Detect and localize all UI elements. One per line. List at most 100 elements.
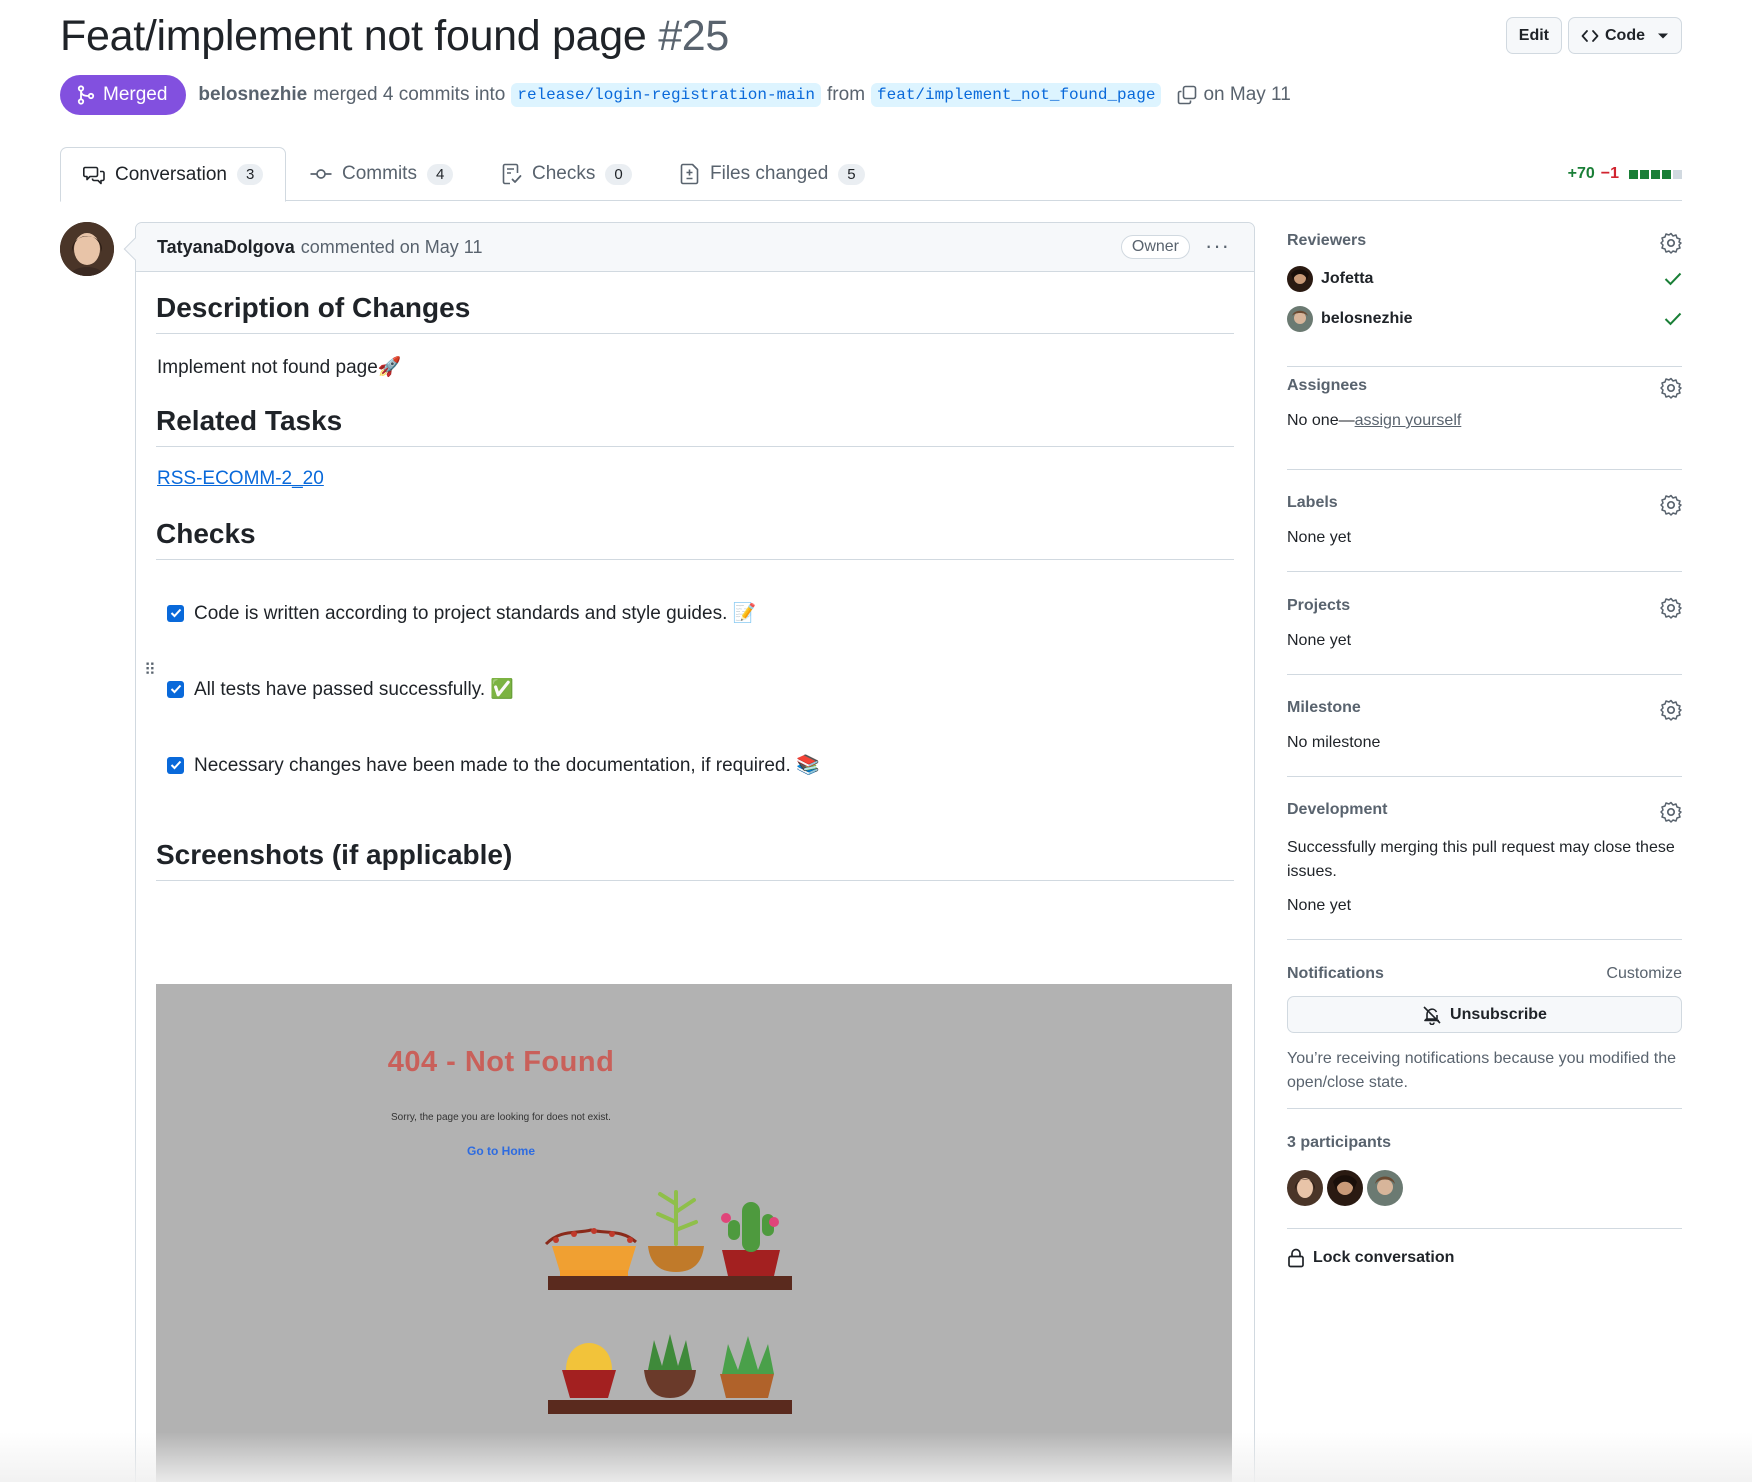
tab-commits-count: 4 — [426, 163, 454, 185]
tab-files-changed[interactable]: Files changed 5 — [680, 147, 865, 201]
avatar — [1287, 306, 1313, 332]
tab-conversation[interactable]: Conversation 3 — [60, 147, 287, 202]
participants-avatars — [1287, 1170, 1403, 1206]
assignees-title[interactable]: Assignees — [1287, 377, 1682, 395]
merge-text: merged 4 commits into — [313, 84, 506, 105]
comment-discussion-icon — [83, 166, 105, 184]
checklist-item-text: Code is written according to project sta… — [194, 603, 757, 624]
avatar — [1287, 266, 1313, 292]
description-text: Implement not found page🚀 — [157, 357, 402, 378]
diffstat-additions: +70 — [1567, 165, 1595, 182]
checklist-icon — [502, 163, 522, 185]
comment-author-avatar[interactable] — [60, 222, 114, 276]
lock-icon — [1288, 1248, 1304, 1268]
assignees-none: No one— — [1287, 412, 1355, 429]
copy-icon[interactable] — [1177, 85, 1197, 105]
drag-handle-icon[interactable]: ⠿ — [144, 663, 156, 679]
tab-commits[interactable]: Commits 4 — [310, 147, 454, 201]
reviewers-title[interactable]: Reviewers — [1287, 232, 1682, 250]
tab-conversation-count: 3 — [236, 164, 264, 185]
projects-value: None yet — [1287, 632, 1352, 649]
check-icon — [1664, 312, 1682, 326]
notifications-reason: You’re receiving notifications because y… — [1287, 1050, 1676, 1091]
gear-icon[interactable] — [1660, 801, 1682, 828]
comment-header: TatyanaDolgova commented on May 11 Owner… — [136, 223, 1254, 272]
labels-title[interactable]: Labels — [1287, 494, 1682, 512]
edit-label: Edit — [1518, 26, 1549, 44]
from-text: from — [827, 84, 866, 105]
customize-link[interactable]: Customize — [1606, 965, 1682, 983]
file-diff-icon — [680, 163, 699, 185]
avatar[interactable] — [1287, 1170, 1323, 1206]
kebab-menu-icon[interactable]: ··· — [1205, 233, 1230, 259]
screenshot-image[interactable]: 404 - Not Found Sorry, the page you are … — [156, 984, 1232, 1482]
sidebar-milestone: Milestone No milestone — [1287, 699, 1682, 777]
header-actions: Edit Code — [1505, 17, 1682, 54]
reviewer-item[interactable]: Jofetta — [1287, 266, 1682, 292]
related-task-link[interactable]: RSS-ECOMM-2_20 — [157, 468, 324, 489]
development-text: Successfully merging this pull request m… — [1287, 839, 1675, 880]
commit-icon — [310, 169, 332, 179]
gear-icon[interactable] — [1660, 494, 1682, 521]
tab-files-changed-label: Files changed — [710, 163, 829, 184]
gear-icon[interactable] — [1660, 699, 1682, 726]
checkbox-checked[interactable] — [167, 604, 184, 622]
sidebar-labels: Labels None yet — [1287, 494, 1682, 572]
development-title[interactable]: Development — [1287, 801, 1682, 819]
bell-slash-icon — [1423, 1005, 1441, 1025]
sidebar-participants: 3 participants — [1287, 1134, 1682, 1229]
pr-title-text: Feat/implement not found page — [60, 12, 647, 60]
sidebar-assignees: Assignees No one—assign yourself — [1287, 377, 1682, 470]
comment-author[interactable]: TatyanaDolgova — [157, 237, 295, 258]
milestone-title[interactable]: Milestone — [1287, 699, 1682, 717]
code-button[interactable]: Code — [1568, 17, 1682, 54]
checkbox-checked[interactable] — [167, 680, 184, 698]
milestone-value: No milestone — [1287, 734, 1381, 751]
avatar[interactable] — [1327, 1170, 1363, 1206]
owner-badge: Owner — [1120, 235, 1190, 259]
projects-title[interactable]: Projects — [1287, 597, 1682, 615]
heading-checks: Checks — [156, 518, 1234, 560]
caret-down-icon — [1658, 33, 1668, 38]
gear-icon[interactable] — [1660, 597, 1682, 624]
checklist-item-text: Necessary changes have been made to the … — [194, 755, 820, 776]
lock-conversation-button[interactable]: Lock conversation — [1287, 1248, 1454, 1268]
assign-yourself-link[interactable]: assign yourself — [1355, 412, 1462, 429]
diffstat-block — [1640, 169, 1649, 179]
checkbox-checked[interactable] — [167, 756, 184, 774]
code-label: Code — [1605, 26, 1645, 44]
sidebar-projects: Projects None yet — [1287, 597, 1682, 675]
merge-date: on May 11 — [1203, 84, 1291, 105]
checklist-item-text: All tests have passed successfully. ✅ — [194, 679, 515, 700]
gear-icon[interactable] — [1660, 232, 1682, 259]
screenshot-404-title: 404 - Not Found — [387, 1046, 615, 1078]
diffstat-deletions: −1 — [1600, 165, 1619, 182]
avatar[interactable] — [1367, 1170, 1403, 1206]
tab-checks[interactable]: Checks 0 — [502, 147, 632, 201]
reviewer-item[interactable]: belosnezhie — [1287, 306, 1682, 332]
reviewer-name: belosnezhie — [1321, 310, 1413, 327]
edit-button[interactable]: Edit — [1505, 17, 1562, 54]
tab-files-changed-count: 5 — [838, 163, 865, 185]
merge-author-link[interactable]: belosnezhie — [198, 84, 307, 106]
sidebar-notifications: Notifications Customize Unsubscribe You’… — [1287, 965, 1682, 1109]
merged-badge: Merged — [60, 75, 187, 115]
heading-related-tasks: Related Tasks — [156, 405, 1234, 447]
screenshot-home-link: Go to Home — [467, 1144, 535, 1158]
head-branch[interactable]: feat/implement_not_found_page — [871, 83, 1162, 107]
pr-description-comment: TatyanaDolgova commented on May 11 Owner… — [135, 222, 1255, 1482]
diffstat-block — [1651, 169, 1660, 179]
heading-screenshots: Screenshots (if applicable) — [156, 839, 1234, 881]
assignees-value: No one—assign yourself — [1287, 412, 1461, 430]
base-branch[interactable]: release/login-registration-main — [511, 83, 822, 107]
tab-conversation-label: Conversation — [115, 163, 227, 185]
comment-meta[interactable]: commented on May 11 — [301, 237, 483, 258]
gear-icon[interactable] — [1660, 377, 1682, 404]
labels-value: None yet — [1287, 529, 1352, 546]
diffstat-blocks — [1629, 169, 1682, 179]
unsubscribe-button[interactable]: Unsubscribe — [1287, 996, 1682, 1033]
diffstat-block — [1662, 169, 1671, 179]
diffstat-block — [1629, 169, 1638, 179]
git-merge-icon — [77, 85, 95, 105]
reviewer-name: Jofetta — [1321, 270, 1374, 287]
